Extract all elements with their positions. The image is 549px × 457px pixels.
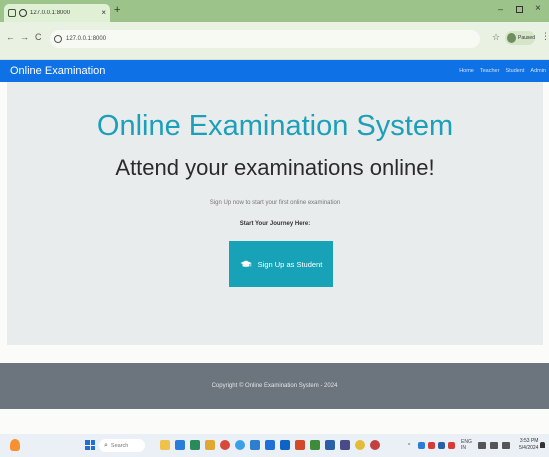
reload-button[interactable]: C (35, 33, 42, 42)
hero-tagline: Sign Up now to start your first online e… (209, 200, 341, 206)
app-vscode-icon[interactable] (250, 440, 260, 450)
signup-button-label: Sign Up as Student (257, 259, 323, 269)
nav-links: Home Teacher Student Admin (459, 68, 546, 74)
app-powerpoint-icon[interactable] (295, 440, 305, 450)
graduation-cap-icon (240, 260, 252, 267)
tray-chevron-icon[interactable]: ^ (408, 443, 410, 449)
window-maximize-button[interactable] (516, 6, 523, 13)
hero-section: Online Examination System Attend your ex… (7, 82, 543, 345)
notification-bell-icon[interactable] (540, 442, 545, 448)
signup-student-button[interactable]: Sign Up as Student (229, 241, 333, 287)
footer-copyright: Copyright © Online Examination System - … (211, 383, 338, 389)
tray-app-icon-3[interactable] (438, 442, 445, 449)
address-bar[interactable]: 127.0.0.1:8000 (50, 30, 480, 48)
back-button[interactable]: ← (6, 33, 15, 42)
tray-app-icon-4[interactable] (448, 442, 455, 449)
battery-icon[interactable] (502, 442, 510, 449)
browser-tab-active[interactable]: 127.0.0.1:8000 × (4, 4, 110, 22)
page-title: Online Examination System (96, 110, 454, 142)
journey-label: Start Your Journey Here: (239, 221, 311, 227)
app-explorer-icon[interactable] (205, 440, 215, 450)
forward-button[interactable]: → (20, 33, 29, 42)
volume-icon[interactable] (490, 442, 498, 449)
bookmark-star-icon[interactable]: ☆ (492, 33, 500, 42)
site-footer: Copyright © Online Examination System - … (0, 363, 549, 409)
browser-menu-icon[interactable]: ⋮ (541, 32, 549, 41)
app-store-icon[interactable] (265, 440, 275, 450)
app-copilot-icon[interactable] (160, 440, 170, 450)
tab-globe-icon (19, 9, 27, 17)
tab-title: 127.0.0.1:8000 (30, 10, 71, 16)
app-widgets-icon[interactable] (175, 440, 185, 450)
app-files-icon[interactable] (190, 440, 200, 450)
clock-time: 3:53 PM (519, 438, 539, 444)
nav-link-admin[interactable]: Admin (530, 68, 546, 74)
app-word-icon[interactable] (280, 440, 290, 450)
app-teams-icon[interactable] (340, 440, 350, 450)
nav-link-student[interactable]: Student (505, 68, 524, 74)
profile-label: Paused (518, 35, 535, 41)
taskbar-clock[interactable]: 3:53 PM 5/4/2024 (519, 438, 538, 452)
taskbar-search-label: Search (110, 442, 129, 449)
tray-language[interactable]: ENG IN (461, 439, 472, 451)
avatar (507, 33, 517, 43)
site-brand[interactable]: Online Examination (10, 65, 105, 77)
nav-link-teacher[interactable]: Teacher (480, 68, 500, 74)
tab-search-icon (8, 9, 16, 17)
hero-subtitle: Attend your examinations online! (115, 155, 435, 180)
tray-region-label: IN (461, 445, 466, 451)
site-navbar: Online Examination Home Teacher Student … (0, 60, 549, 82)
profile-button[interactable]: Paused (505, 31, 535, 45)
window-close-button[interactable]: × (535, 3, 541, 14)
tab-close-icon[interactable]: × (101, 9, 106, 17)
clock-date: 5/4/2024 (519, 445, 539, 451)
nav-link-home[interactable]: Home (459, 68, 474, 74)
address-url: 127.0.0.1:8000 (66, 36, 107, 42)
app-mail-icon[interactable] (325, 440, 335, 450)
window-minimize-button[interactable]: – (498, 4, 503, 14)
app-chrome-icon[interactable] (220, 440, 230, 450)
taskbar-search[interactable]: ⌕ Search (99, 439, 145, 452)
app-edge-icon[interactable] (235, 440, 245, 450)
weather-icon[interactable] (10, 439, 20, 451)
browser-tab-strip: 127.0.0.1:8000 × + – × (0, 0, 549, 22)
app-opera-icon[interactable] (370, 440, 380, 450)
wifi-icon[interactable] (478, 442, 486, 449)
new-tab-button[interactable]: + (114, 5, 120, 16)
tray-app-icon-1[interactable] (418, 442, 425, 449)
search-icon: ⌕ (104, 442, 108, 449)
os-taskbar: ⌕ Search ^ ENG IN 3:53 PM 5/4/2024 (0, 434, 549, 457)
tray-app-icon-2[interactable] (428, 442, 435, 449)
app-excel-icon[interactable] (310, 440, 320, 450)
site-info-icon[interactable] (54, 35, 62, 43)
app-chrome-profile-icon[interactable] (355, 440, 365, 450)
start-menu-icon[interactable] (85, 440, 95, 450)
browser-toolbar: ← → C 127.0.0.1:8000 ☆ Paused ⋮ (0, 22, 549, 60)
